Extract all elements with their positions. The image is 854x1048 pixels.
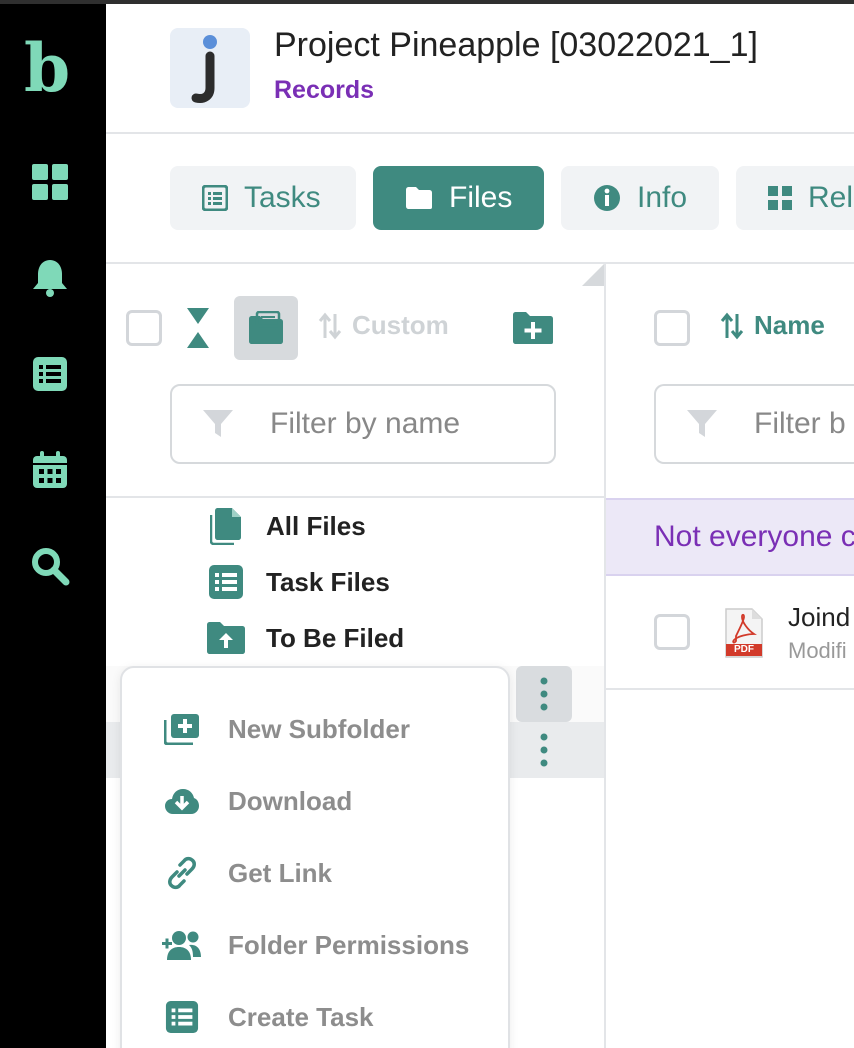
filter-icon [687, 410, 717, 437]
dashboard-grid-icon[interactable] [30, 162, 70, 202]
info-icon [594, 185, 620, 211]
menu-item-label: New Subfolder [228, 713, 411, 744]
menu-item-label: Get Link [228, 857, 333, 888]
menu-item-new-subfolder[interactable]: New Subfolder [162, 704, 410, 754]
tab-label: Rel [808, 181, 854, 214]
folder-stack-icon [249, 311, 283, 344]
add-folder-icon[interactable] [512, 310, 554, 346]
project-subtitle[interactable]: Records [274, 76, 374, 105]
menu-item-create-task[interactable]: Create Task [162, 992, 374, 1042]
sort-icon [720, 312, 744, 339]
pdf-file-icon: PDF [724, 608, 764, 658]
folder-more-options-button[interactable] [516, 666, 572, 722]
folder-all-files[interactable]: All Files [206, 504, 366, 548]
j-logo-icon [191, 35, 217, 103]
cloud-download-icon [162, 781, 202, 821]
tab-tasks[interactable]: Tasks [170, 166, 356, 230]
file-filter-placeholder: Filter b [754, 407, 846, 440]
menu-item-get-link[interactable]: Get Link [162, 848, 332, 898]
project-header: Project Pineapple [03022021_1] Records [106, 4, 854, 134]
pdf-badge-text: PDF [734, 644, 754, 655]
file-sort-control[interactable]: Name [720, 310, 825, 341]
link-icon [162, 853, 202, 893]
nav-rail: b [0, 0, 106, 1048]
folder-context-menu: New Subfolder Download Get Link Folder P… [120, 666, 510, 1048]
permissions-banner: Not everyone c [606, 498, 854, 576]
folder-label: All Files [266, 510, 366, 541]
kebab-icon [540, 733, 548, 767]
add-folder-icon [162, 709, 202, 749]
folder-list-divider [106, 496, 604, 498]
file-stack-icon [206, 506, 246, 546]
tab-label: Files [449, 181, 513, 214]
folder-label: To Be Filed [266, 622, 405, 653]
folder-filter-input[interactable]: Filter by name [170, 384, 556, 464]
bell-icon[interactable] [30, 258, 70, 298]
menu-item-download[interactable]: Download [162, 776, 352, 826]
menu-item-label: Folder Permissions [228, 929, 470, 960]
file-name[interactable]: Joind [788, 602, 850, 633]
app-badge [170, 28, 250, 108]
folder-to-be-filed[interactable]: To Be Filed [206, 616, 404, 660]
folder-task-files[interactable]: Task Files [206, 560, 390, 604]
folder-filter-placeholder: Filter by name [270, 407, 461, 440]
select-all-folders-checkbox[interactable] [126, 310, 162, 346]
file-row[interactable]: PDF Joind Modifi [606, 578, 854, 690]
tab-label: Info [637, 181, 688, 214]
tab-info[interactable]: Info [561, 166, 719, 230]
file-sort-label: Name [754, 310, 825, 340]
filter-icon [203, 410, 233, 437]
menu-item-folder-permissions[interactable]: Folder Permissions [162, 920, 469, 970]
folder-upload-icon [206, 618, 246, 658]
add-users-icon [162, 925, 202, 965]
search-icon[interactable] [30, 546, 70, 586]
file-filter-input[interactable]: Filter b [654, 384, 854, 464]
tab-label: Tasks [244, 181, 321, 214]
menu-item-label: Create Task [228, 1001, 374, 1032]
app-logo[interactable]: b [24, 28, 70, 108]
kebab-icon [540, 677, 548, 711]
banner-text: Not everyone c [654, 520, 854, 553]
folder-icon [406, 187, 432, 209]
file-checkbox[interactable] [654, 614, 690, 650]
project-title: Project Pineapple [03022021_1] [274, 26, 758, 64]
tab-files[interactable]: Files [373, 166, 544, 230]
list-icon [206, 562, 246, 602]
list-icon[interactable] [30, 354, 70, 394]
folder-more-options-button[interactable] [516, 722, 572, 778]
tab-related[interactable]: Rel [736, 166, 854, 230]
panel-resize-handle[interactable] [582, 264, 604, 286]
folder-label: Task Files [266, 566, 390, 597]
folder-view-toggle[interactable] [234, 296, 298, 360]
calendar-icon[interactable] [30, 450, 70, 490]
sort-icon [318, 312, 342, 339]
select-all-files-checkbox[interactable] [654, 310, 690, 346]
folder-sort-control[interactable]: Custom [318, 310, 449, 341]
grid-icon [768, 186, 792, 210]
menu-item-label: Download [228, 785, 353, 816]
file-modified: Modifi [788, 638, 847, 663]
list-icon [162, 997, 202, 1037]
collapse-expand-icon[interactable] [186, 306, 210, 350]
list-icon [202, 185, 228, 211]
folder-sort-label: Custom [352, 310, 449, 340]
window-top-edge [0, 0, 854, 4]
